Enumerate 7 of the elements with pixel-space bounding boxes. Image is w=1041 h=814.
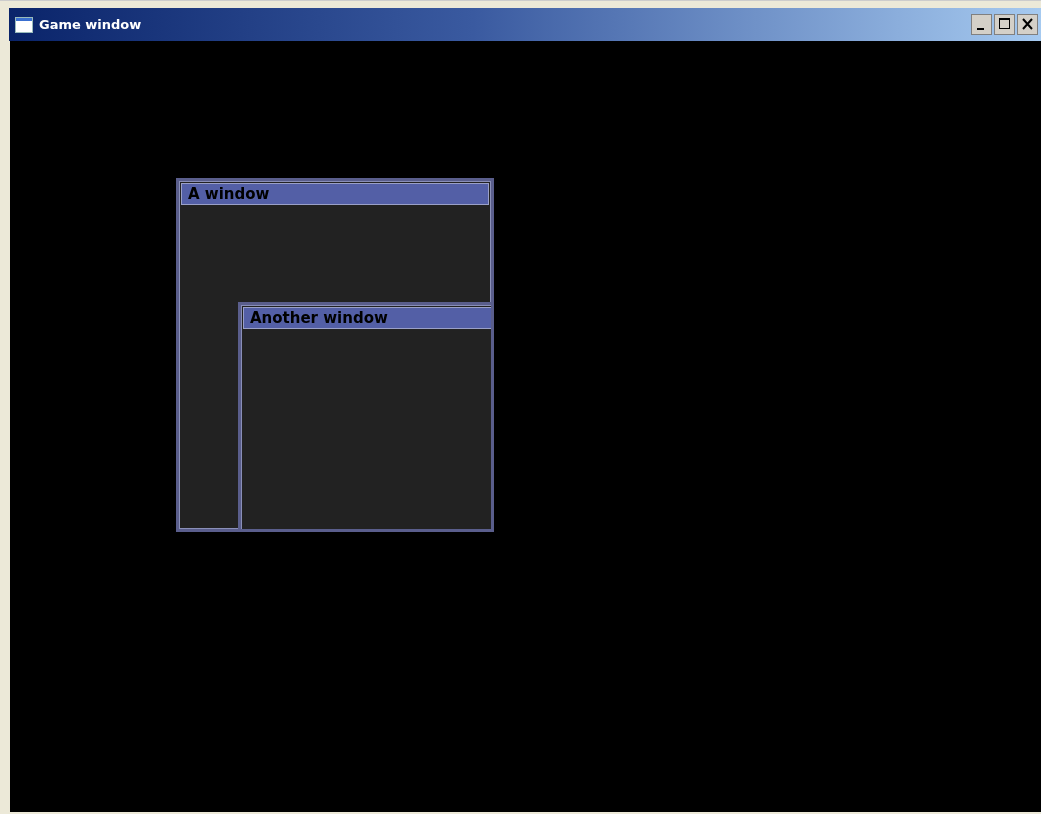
minimize-button[interactable] [971,14,992,35]
maximize-button[interactable] [994,14,1015,35]
window-icon [15,16,33,33]
window-title-bar[interactable]: A window [181,183,489,205]
window-title-bar[interactable]: Another window [243,307,491,329]
close-button[interactable] [1017,14,1038,35]
window-title: Game window [39,17,143,32]
